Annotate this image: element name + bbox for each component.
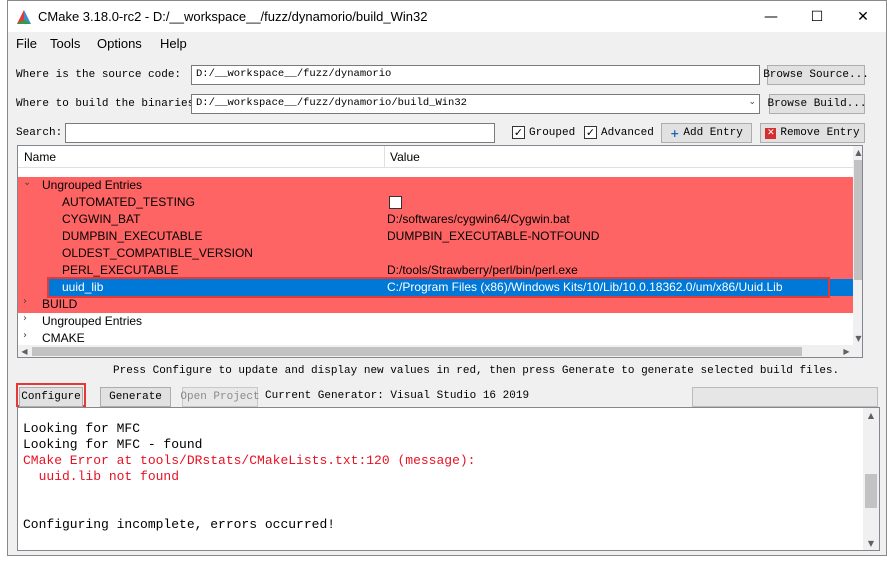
tree-group-row[interactable]: › BUILD — [18, 296, 853, 313]
plus-icon: + — [670, 126, 680, 140]
remove-icon: ✕ — [765, 127, 777, 139]
open-project-button[interactable]: Open Project — [180, 387, 260, 407]
chevron-down-icon[interactable]: ⌄ — [748, 97, 756, 107]
group-name: CMAKE — [42, 331, 85, 345]
entry-value: DUMPBIN_EXECUTABLE-NOTFOUND — [387, 229, 600, 243]
output-cut-line — [18, 408, 858, 409]
build-path-value: D:/__workspace__/fuzz/dynamorio/build_Wi… — [196, 97, 467, 109]
source-path-input[interactable]: D:/__workspace__/fuzz/dynamorio — [191, 65, 760, 85]
chevron-right-icon[interactable]: › — [23, 330, 27, 341]
scroll-up-icon[interactable]: ▲ — [853, 146, 862, 159]
entry-name: OLDEST_COMPATIBLE_VERSION — [62, 246, 253, 260]
menu-options[interactable]: Options — [97, 36, 142, 51]
generate-button[interactable]: Generate — [100, 387, 171, 407]
annotation-highlight-box — [47, 277, 830, 298]
menu-file[interactable]: File — [16, 36, 37, 51]
close-button[interactable]: ✕ — [840, 1, 886, 32]
h-scroll-thumb[interactable] — [32, 347, 802, 356]
configure-button[interactable]: Configure — [19, 387, 83, 407]
tree-entry-row[interactable]: DUMPBIN_EXECUTABLE DUMPBIN_EXECUTABLE-NO… — [18, 228, 853, 245]
tree-group-row[interactable]: › Ungrouped Entries — [18, 313, 853, 330]
maximize-button[interactable]: ☐ — [794, 1, 840, 32]
entry-value: D:/softwares/cygwin64/Cygwin.bat — [387, 212, 570, 226]
chevron-right-icon[interactable]: › — [23, 296, 27, 307]
entry-value: D:/tools/Strawberry/perl/bin/perl.exe — [387, 263, 578, 277]
scroll-right-icon[interactable]: ▶ — [840, 345, 853, 357]
column-value-header[interactable]: Value — [390, 150, 420, 164]
advanced-label: Advanced — [601, 127, 654, 139]
column-name-header[interactable]: Name — [24, 150, 56, 164]
title-bar[interactable]: CMake 3.18.0-rc2 - D:/__workspace__/fuzz… — [8, 1, 886, 32]
entry-name: CYGWIN_BAT — [62, 212, 141, 226]
menu-tools[interactable]: Tools — [50, 36, 80, 51]
cmake-window: CMake 3.18.0-rc2 - D:/__workspace__/fuzz… — [7, 0, 887, 556]
menu-help[interactable]: Help — [160, 36, 187, 51]
tree-vertical-scrollbar[interactable]: ▲ ▼ — [853, 146, 862, 345]
menu-bar: File Tools Options Help — [8, 32, 886, 54]
search-label: Search: — [16, 127, 63, 139]
search-input[interactable] — [65, 123, 495, 143]
tree-header: Name Value — [18, 146, 853, 168]
checkmark-icon: ✓ — [585, 126, 596, 139]
tree-entry-row[interactable]: CYGWIN_BAT D:/softwares/cygwin64/Cygwin.… — [18, 211, 853, 228]
scroll-up-icon[interactable]: ▲ — [863, 408, 879, 422]
scroll-down-icon[interactable]: ▼ — [863, 536, 879, 550]
output-vertical-scrollbar[interactable]: ▲ ▼ — [863, 408, 879, 550]
remove-entry-label: Remove Entry — [780, 127, 860, 139]
log-line: Configuring incomplete, errors occurred! — [23, 517, 336, 532]
group-name: Ungrouped Entries — [42, 178, 143, 192]
entry-name: AUTOMATED_TESTING — [62, 195, 195, 209]
cache-entries-tree[interactable]: Name Value ⌄ Ungrouped Entries AUTOMATED… — [17, 145, 863, 358]
scroll-down-icon[interactable]: ▼ — [853, 332, 862, 345]
remove-entry-button[interactable]: ✕ Remove Entry — [760, 123, 865, 143]
chevron-right-icon[interactable]: › — [23, 313, 27, 324]
scroll-thumb[interactable] — [854, 160, 862, 280]
cmake-logo-icon — [17, 10, 31, 24]
tree-group-row[interactable]: ⌄ Ungrouped Entries — [18, 177, 853, 194]
output-log[interactable]: Looking for MFC Looking for MFC - found … — [17, 407, 880, 551]
group-name: BUILD — [42, 297, 78, 311]
automated-testing-checkbox[interactable] — [389, 196, 402, 209]
window-title: CMake 3.18.0-rc2 - D:/__workspace__/fuzz… — [38, 9, 428, 24]
progress-bar — [692, 387, 878, 407]
advanced-checkbox[interactable]: ✓ — [584, 126, 597, 139]
scroll-left-icon[interactable]: ◀ — [18, 345, 31, 357]
entry-name: PERL_EXECUTABLE — [62, 263, 179, 277]
hint-text: Press Configure to update and display ne… — [113, 365, 840, 377]
log-line-error: CMake Error at tools/DRstats/CMakeLists.… — [23, 453, 476, 468]
log-line-error: uuid.lib not found — [23, 469, 180, 484]
browse-source-button[interactable]: Browse Source... — [763, 65, 869, 85]
chevron-down-icon[interactable]: ⌄ — [23, 177, 31, 188]
grouped-checkbox[interactable]: ✓ — [512, 126, 525, 139]
log-line: Looking for MFC — [23, 421, 141, 436]
source-label: Where is the source code: — [16, 69, 182, 81]
tree-entry-row[interactable]: AUTOMATED_TESTING — [18, 194, 853, 211]
entry-name: DUMPBIN_EXECUTABLE — [62, 229, 203, 243]
tree-horizontal-scrollbar[interactable]: ◀ ▶ — [18, 345, 862, 357]
browse-build-button[interactable]: Browse Build... — [767, 94, 867, 114]
add-entry-button[interactable]: + Add Entry — [661, 123, 752, 143]
build-label: Where to build the binaries: — [16, 98, 201, 110]
minimize-button[interactable]: — — [748, 1, 794, 32]
tree-entry-row[interactable]: OLDEST_COMPATIBLE_VERSION — [18, 245, 853, 262]
current-generator-label: Current Generator: Visual Studio 16 2019 — [265, 390, 530, 402]
grouped-label: Grouped — [529, 127, 576, 139]
log-line: Looking for MFC - found — [23, 437, 203, 452]
add-entry-label: Add Entry — [683, 127, 743, 139]
group-name: Ungrouped Entries — [42, 314, 143, 328]
column-divider[interactable] — [384, 146, 385, 168]
build-path-combobox[interactable]: D:/__workspace__/fuzz/dynamorio/build_Wi… — [191, 94, 760, 114]
checkmark-icon: ✓ — [513, 126, 524, 139]
scroll-thumb[interactable] — [865, 474, 877, 508]
